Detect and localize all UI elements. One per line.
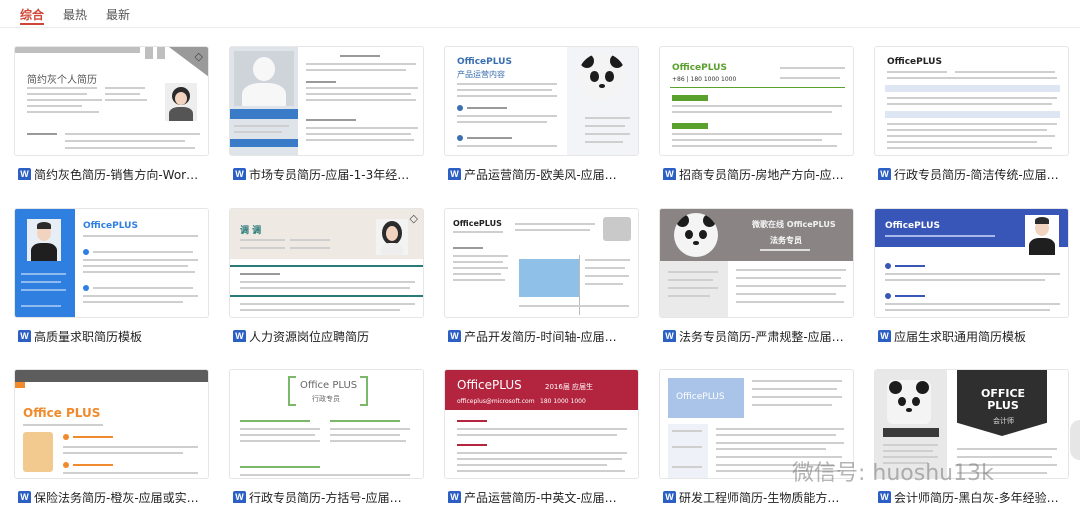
- template-thumbnail[interactable]: OfficePLUS +86 | 180 1000 1000: [659, 46, 854, 156]
- template-thumbnail[interactable]: OfficePLUS 产品运营内容: [444, 46, 639, 156]
- template-thumbnail[interactable]: OfficePLUS: [874, 46, 1069, 156]
- thumb-title: OFFICE PLUS: [980, 387, 1026, 412]
- thumb-title: 微歌在线 OfficePLUS: [752, 220, 836, 229]
- template-title[interactable]: 人力资源岗位应聘简历: [249, 330, 369, 342]
- panda-avatar: [578, 53, 626, 101]
- template-title[interactable]: 保险法务简历-橙灰-应届或实…: [34, 491, 199, 503]
- template-title[interactable]: 简约灰色简历-销售方向-Wor…: [34, 168, 198, 180]
- template-title[interactable]: 产品开发简历-时间轴-应届…: [464, 330, 617, 342]
- thumb-phone: 180 1000 1000: [540, 398, 586, 405]
- thumb-phone: +86 | 180 1000 1000: [672, 76, 737, 83]
- template-title[interactable]: 研发工程师简历-生物质能方…: [679, 491, 839, 503]
- template-title[interactable]: 产品运营简历-中英文-应届…: [464, 491, 617, 503]
- panda-avatar: [674, 213, 718, 257]
- thumb-title: Office PLUS: [300, 380, 358, 391]
- template-title[interactable]: 高质量求职简历模板: [34, 330, 142, 342]
- template-title[interactable]: 产品运营简历-欧美风-应届…: [464, 168, 617, 180]
- thumb-title: OfficePLUS: [885, 221, 940, 231]
- word-file-icon: W: [233, 330, 246, 342]
- tab-newest[interactable]: 最新: [106, 6, 130, 23]
- portrait-photo: [27, 219, 61, 261]
- template-title[interactable]: 行政专员简历-方括号-应届…: [249, 491, 402, 503]
- thumb-title: OfficePLUS: [457, 57, 512, 67]
- thumb-subtitle: 行政专员: [312, 395, 340, 403]
- thumb-title: 调 调: [240, 226, 262, 236]
- template-thumbnail[interactable]: ◇ 调 调: [229, 208, 424, 318]
- template-title[interactable]: 法务专员简历-严肃规整-应届…: [679, 330, 844, 342]
- tab-comprehensive[interactable]: 综合: [20, 6, 44, 23]
- tabs-divider: [0, 27, 1080, 28]
- template-title[interactable]: 应届生求职通用简历模板: [894, 330, 1026, 342]
- pet-photo: [603, 217, 631, 241]
- sort-tabs: 综合 最热 最新: [0, 0, 1080, 26]
- template-title[interactable]: 招商专员简历-房地产方向-应…: [679, 168, 844, 180]
- word-file-icon: W: [878, 491, 891, 503]
- word-file-icon: W: [663, 330, 676, 342]
- wechat-watermark: 微信号: huoshu13k: [792, 461, 994, 486]
- word-file-icon: W: [878, 168, 891, 180]
- word-file-icon: W: [448, 168, 461, 180]
- side-scroll-handle[interactable]: [1070, 420, 1080, 460]
- word-file-icon: W: [663, 168, 676, 180]
- word-file-icon: W: [233, 491, 246, 503]
- thumb-subtitle: 产品运营内容: [457, 70, 505, 79]
- word-file-icon: W: [18, 491, 31, 503]
- template-thumbnail[interactable]: OfficePLUS: [874, 208, 1069, 318]
- word-file-icon: W: [18, 330, 31, 342]
- template-thumbnail[interactable]: Office PLUS: [14, 369, 209, 479]
- template-thumbnail[interactable]: 微歌在线 OfficePLUS 法务专员: [659, 208, 854, 318]
- portrait-photo: [234, 51, 294, 106]
- template-thumbnail[interactable]: OfficePLUS: [14, 208, 209, 318]
- thumb-title: OfficePLUS: [887, 57, 942, 67]
- premium-diamond-icon: ◇: [194, 50, 203, 63]
- template-thumbnail[interactable]: [229, 46, 424, 156]
- active-tab-indicator: [20, 23, 44, 25]
- template-title[interactable]: 市场专员简历-应届-1-3年经…: [249, 168, 409, 180]
- word-file-icon: W: [18, 168, 31, 180]
- portrait-photo: [376, 219, 408, 255]
- premium-diamond-icon: ◇: [409, 212, 418, 225]
- portrait-photo: [165, 83, 197, 121]
- word-file-icon: W: [878, 330, 891, 342]
- template-thumbnail[interactable]: ◇ 简约灰个人简历: [14, 46, 209, 156]
- tab-hottest[interactable]: 最热: [63, 6, 87, 23]
- thumb-title: OfficePLUS: [453, 219, 502, 228]
- word-file-icon: W: [448, 330, 461, 342]
- template-title[interactable]: 行政专员简历-简洁传统-应届…: [894, 168, 1059, 180]
- thumb-title: OfficePLUS: [676, 392, 725, 402]
- thumb-title: OfficePLUS: [457, 378, 522, 392]
- word-file-icon: W: [233, 168, 246, 180]
- template-title[interactable]: 会计师简历-黑白灰-多年经验…: [894, 491, 1059, 503]
- thumb-subtitle: 法务专员: [770, 236, 802, 245]
- thumb-title: Office PLUS: [23, 406, 101, 420]
- thumb-title: 简约灰个人简历: [27, 75, 97, 86]
- thumb-title: OfficePLUS: [672, 63, 727, 73]
- thumb-title: OfficePLUS: [83, 221, 138, 231]
- portrait-photo: [1025, 215, 1059, 255]
- template-thumbnail[interactable]: Office PLUS 行政专员: [229, 369, 424, 479]
- giraffe-photo: [23, 432, 53, 472]
- template-thumbnail[interactable]: OfficePLUS: [444, 208, 639, 318]
- thumb-email: officeplus@microsoft.com: [457, 398, 535, 405]
- word-file-icon: W: [448, 491, 461, 503]
- word-file-icon: W: [663, 491, 676, 503]
- thumb-subtitle: 2016届 应届生: [545, 383, 594, 391]
- template-thumbnail[interactable]: OfficePLUS 2016届 应届生 officeplus@microsof…: [444, 369, 639, 479]
- thumb-subtitle: 会计师: [993, 417, 1014, 425]
- panda-avatar: [887, 380, 931, 424]
